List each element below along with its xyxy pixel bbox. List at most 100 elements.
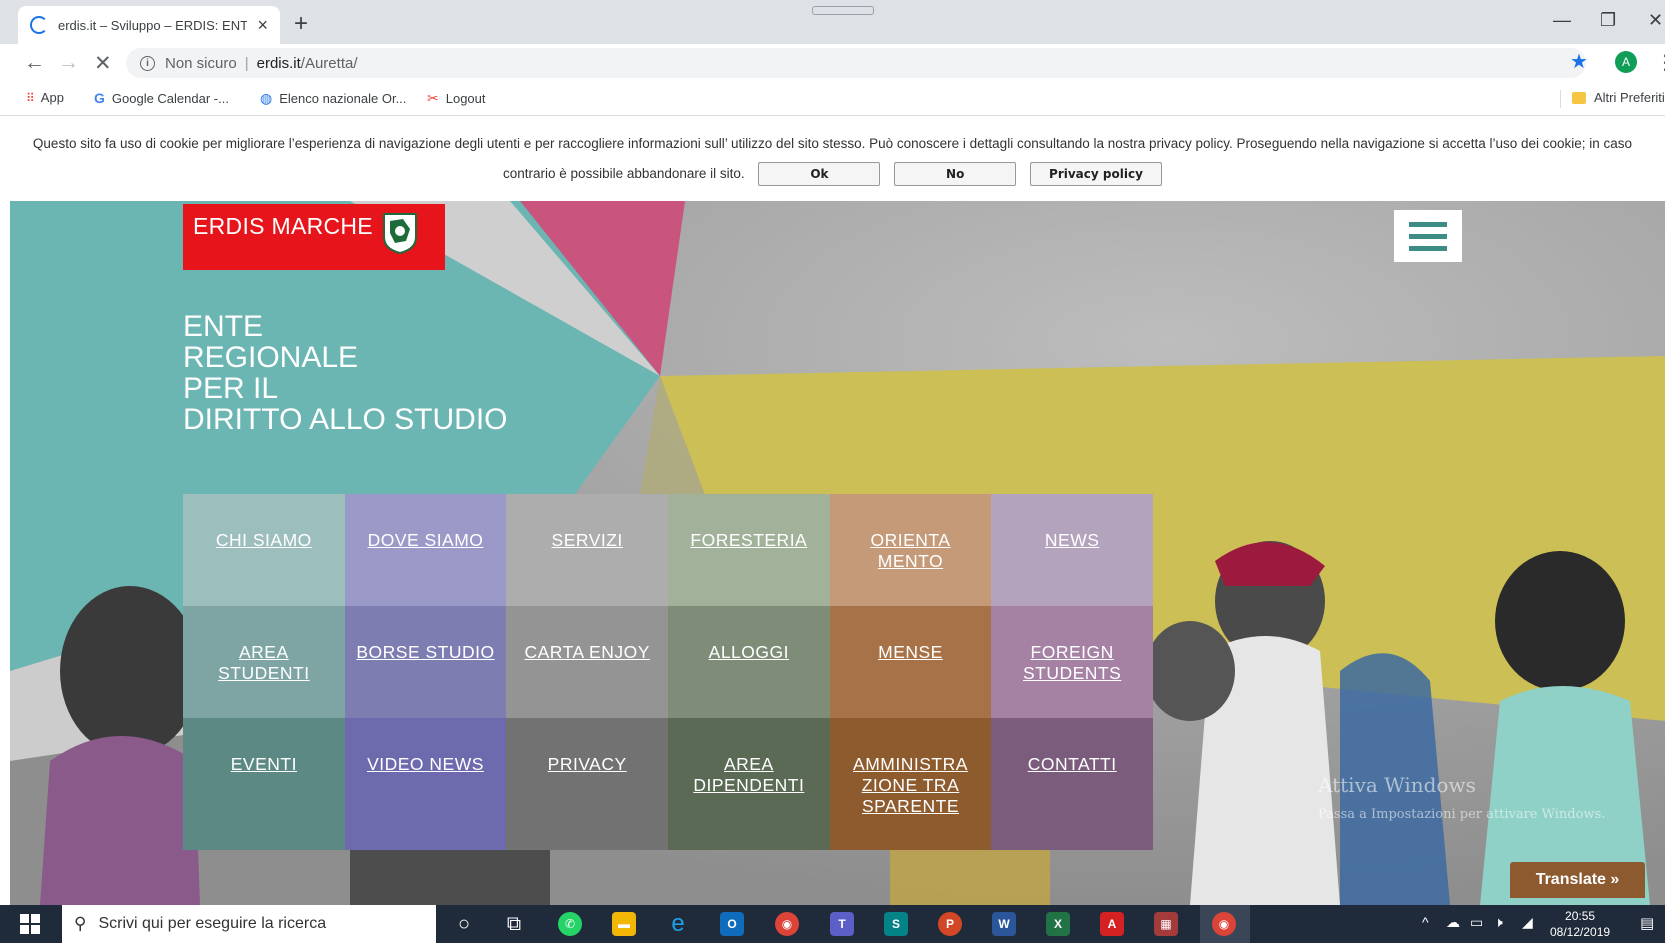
menu-tile-contatti[interactable]: CONTATTI [991, 718, 1153, 850]
google-icon: G [94, 90, 105, 106]
browser-tab[interactable]: erdis.it – Sviluppo – ERDIS: ENTE × [18, 6, 280, 44]
menu-tile-servizi[interactable]: SERVIZI [506, 494, 668, 606]
menu-link[interactable]: ORIENTA MENTO [840, 530, 980, 606]
menu-link[interactable]: BORSE STUDIO [356, 642, 494, 718]
minimize-icon[interactable]: — [1553, 10, 1571, 31]
menu-tile-foreign-students[interactable]: FOREIGN STUDENTS [991, 606, 1153, 718]
window-drag-handle[interactable] [812, 6, 874, 15]
windows-activation-watermark: Attiva Windows Passa a Impostazioni per … [1318, 773, 1605, 822]
search-icon: ⚲ [74, 914, 87, 933]
bookmark-app[interactable]: ⠿ App [26, 90, 64, 105]
restore-icon[interactable]: ❐ [1600, 10, 1616, 31]
menu-tile-orientamento[interactable]: ORIENTA MENTO [829, 494, 992, 606]
browser-menu-icon[interactable]: ⋮ [1655, 50, 1665, 75]
taskbar-search[interactable]: ⚲ Scrivi qui per eseguire la ricerca [62, 905, 436, 943]
new-tab-icon[interactable]: + [294, 10, 308, 38]
internet-explorer-icon[interactable]: e [666, 910, 690, 937]
taskbar-clock[interactable]: 20:55 08/12/2019 [1550, 908, 1610, 940]
bookmark-star-icon[interactable]: ★ [1570, 49, 1588, 74]
chrome-icon[interactable]: ◉ [775, 912, 799, 936]
menu-link[interactable]: ALLOGGI [709, 642, 789, 718]
crest-icon [382, 213, 417, 255]
menu-tile-dove-siamo[interactable]: DOVE SIAMO [344, 494, 507, 606]
menu-link[interactable]: FOREIGN STUDENTS [1002, 642, 1142, 718]
bookmark-google-calendar[interactable]: G Google Calendar -... [94, 90, 229, 106]
menu-link[interactable]: PRIVACY [548, 754, 627, 850]
menu-tile-news[interactable]: NEWS [991, 494, 1153, 606]
sharepoint-icon[interactable]: S [884, 912, 908, 936]
menu-tile-chi-siamo[interactable]: CHI SIAMO [183, 494, 345, 606]
menu-link[interactable]: AMMINISTRA ZIONE TRA SPARENTE [840, 754, 980, 850]
menu-link[interactable]: VIDEO NEWS [367, 754, 484, 850]
close-window-icon[interactable]: ✕ [1648, 10, 1663, 31]
cookie-no-button[interactable]: No [894, 162, 1017, 187]
menu-link[interactable]: SERVIZI [552, 530, 623, 606]
stop-loading-icon[interactable]: ✕ [94, 51, 112, 76]
hamburger-menu-icon[interactable] [1394, 210, 1462, 262]
windows-start-icon[interactable] [20, 914, 40, 934]
notifications-icon[interactable]: ▤ [1640, 914, 1654, 932]
menu-link[interactable]: MENSE [878, 642, 943, 718]
menu-tile-alloggi[interactable]: ALLOGGI [668, 606, 830, 718]
menu-tile-eventi[interactable]: EVENTI [183, 718, 345, 850]
task-view-icon[interactable]: ⧉ [502, 912, 526, 936]
word-icon[interactable]: W [992, 912, 1016, 936]
menu-tile-amministrazione-trasparente[interactable]: AMMINISTRA ZIONE TRA SPARENTE [829, 718, 992, 850]
tray-overflow-icon[interactable]: ^ [1422, 914, 1429, 930]
teams-icon[interactable]: T [830, 912, 854, 936]
outlook-icon[interactable]: O [720, 912, 744, 936]
profile-avatar[interactable]: A [1615, 51, 1637, 73]
bookmark-elenco-nazionale[interactable]: ◍ Elenco nazionale Or... [260, 90, 406, 107]
battery-icon[interactable]: ▭ [1470, 914, 1483, 931]
menu-link[interactable]: CARTA ENJOY [524, 642, 649, 718]
menu-tile-area-dipendenti[interactable]: AREA DIPENDENTI [668, 718, 830, 850]
volume-muted-icon[interactable]: 🕨 [1494, 914, 1503, 931]
folder-icon [1572, 91, 1586, 104]
menu-tile-area-studenti[interactable]: AREA STUDENTI [183, 606, 345, 718]
cortana-icon[interactable]: ○ [452, 912, 476, 936]
tab-close-icon[interactable]: × [257, 15, 268, 36]
back-arrow-icon[interactable]: ← [24, 51, 45, 75]
wifi-icon[interactable]: ◢ [1522, 914, 1533, 931]
tab-title: erdis.it – Sviluppo – ERDIS: ENTE [58, 17, 248, 33]
translate-button[interactable]: Translate » [1510, 862, 1645, 898]
address-bar[interactable]: i Non sicuro | erdis.it/Auretta/ [126, 48, 1586, 78]
excel-icon[interactable]: X [1046, 912, 1070, 936]
winrar-icon[interactable]: ▦ [1154, 912, 1178, 936]
menu-link[interactable]: FORESTERIA [690, 530, 807, 606]
menu-tile-mense[interactable]: MENSE [829, 606, 992, 718]
menu-link[interactable]: AREA STUDENTI [194, 642, 334, 718]
bookmark-other-folder[interactable]: Altri Preferiti [1572, 90, 1665, 105]
menu-link[interactable]: AREA DIPENDENTI [679, 754, 819, 850]
onedrive-icon[interactable]: ☁ [1446, 914, 1460, 931]
site-logo[interactable]: ERDIS MARCHE [183, 204, 445, 270]
menu-link[interactable]: CHI SIAMO [216, 530, 312, 606]
menu-link[interactable]: NEWS [1045, 530, 1100, 606]
menu-tile-borse-studio[interactable]: BORSE STUDIO [344, 606, 507, 718]
whatsapp-icon[interactable]: ✆ [558, 912, 582, 936]
forward-arrow-icon[interactable]: → [58, 51, 79, 75]
hero-section: ERDIS MARCHE ENTE REGIONALE PER IL DIRIT… [10, 201, 1665, 905]
file-explorer-icon[interactable]: ▬ [612, 912, 636, 936]
security-indicator[interactable]: Non sicuro [165, 55, 237, 72]
menu-link[interactable]: EVENTI [231, 754, 297, 850]
cookie-privacy-policy-button[interactable]: Privacy policy [1029, 162, 1162, 187]
bookmarks-bar: ⠿ App G Google Calendar -... ◍ Elenco na… [0, 82, 1665, 116]
menu-tile-carta-enjoy[interactable]: CARTA ENJOY [506, 606, 668, 718]
menu-tile-video-news[interactable]: VIDEO NEWS [344, 718, 507, 850]
menu-tile-foresteria[interactable]: FORESTERIA [668, 494, 830, 606]
site-tagline: ENTE REGIONALE PER IL DIRITTO ALLO STUDI… [183, 311, 508, 435]
url-path: /Auretta/ [300, 54, 358, 72]
info-icon[interactable]: i [140, 55, 155, 71]
watermark-title: Attiva Windows [1318, 773, 1476, 797]
chrome-active-icon[interactable]: ◉ [1212, 912, 1236, 936]
tagline-line: PER IL [183, 372, 279, 405]
powerpoint-icon[interactable]: P [938, 912, 962, 936]
bookmark-label: Altri Preferiti [1594, 90, 1665, 105]
bookmark-logout[interactable]: ✂ Logout [427, 90, 486, 107]
menu-link[interactable]: CONTATTI [1028, 754, 1117, 850]
menu-link[interactable]: DOVE SIAMO [368, 530, 484, 606]
cookie-ok-button[interactable]: Ok [758, 162, 881, 187]
acrobat-icon[interactable]: A [1100, 912, 1124, 936]
menu-tile-privacy[interactable]: PRIVACY [506, 718, 668, 850]
